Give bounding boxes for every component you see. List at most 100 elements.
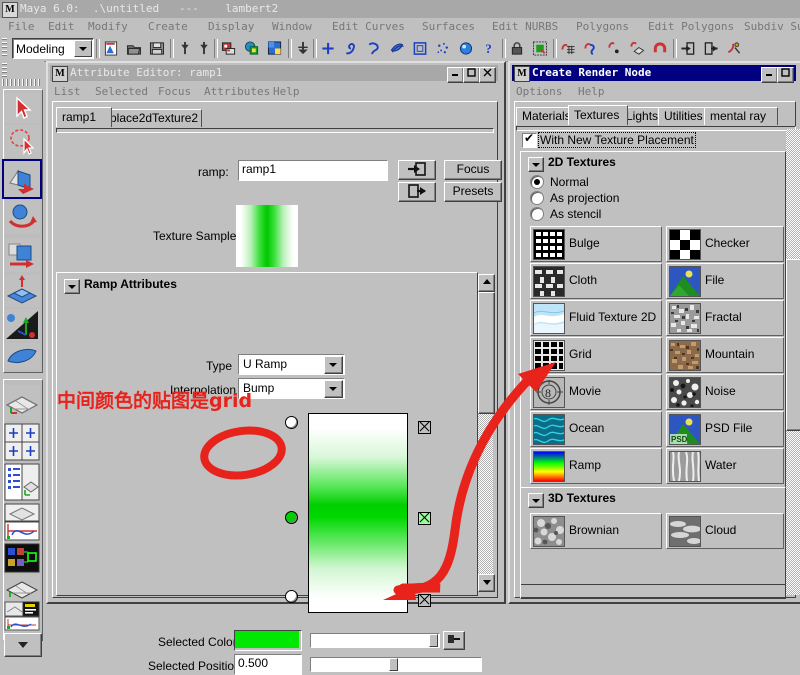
nurbs-surface-button[interactable] <box>386 38 408 59</box>
texture-button-file[interactable]: File <box>666 263 784 299</box>
texture-button-fluid-texture-2d[interactable]: Fluid Texture 2D <box>530 300 662 336</box>
texture-button-checker[interactable]: Checker <box>666 226 784 262</box>
snap-to-curve-button[interactable] <box>580 38 602 59</box>
four-view-layout-icon[interactable] <box>4 423 40 461</box>
script-editor-icon[interactable] <box>4 601 40 631</box>
ramp-name-input[interactable]: ramp1 <box>238 160 388 181</box>
maximize-button[interactable] <box>463 67 480 83</box>
maximize-button[interactable] <box>777 67 794 83</box>
texture-button-ocean[interactable]: Ocean <box>530 411 662 447</box>
ramp-entry-delete-bottom[interactable] <box>418 594 431 607</box>
outliner-persp-layout-icon[interactable] <box>4 463 40 501</box>
paint-tool-button[interactable] <box>340 38 362 59</box>
type-dropdown[interactable]: U Ramp <box>238 354 345 375</box>
input-connection-button[interactable] <box>398 160 436 180</box>
minimize-button[interactable] <box>761 67 778 83</box>
placement-as-stencil-radio[interactable] <box>530 207 544 221</box>
toolbar-grip[interactable] <box>2 38 7 58</box>
tab-place2dtexture2[interactable]: place2dTexture2 <box>104 109 202 127</box>
create-render-node-scrollbar[interactable] <box>786 129 800 595</box>
texture-button-cloud[interactable]: Cloud <box>666 513 784 549</box>
placement-as-stencil-label[interactable]: As stencil <box>550 207 601 221</box>
toolbox-grip-vertical[interactable] <box>2 63 7 77</box>
menu-edit-nurbs[interactable]: Edit NURBS <box>492 20 558 33</box>
new-scene-button[interactable] <box>100 38 122 59</box>
lasso-select-tool-icon[interactable] <box>4 125 40 157</box>
texture-button-movie[interactable]: 8 Movie <box>530 374 662 410</box>
chevron-down-icon[interactable] <box>324 380 343 398</box>
magnet-button[interactable] <box>649 38 671 59</box>
ramp-entry-marker-bottom[interactable] <box>285 590 298 603</box>
rotate-tool-icon[interactable] <box>4 200 40 234</box>
persp-script-editor-layout-icon[interactable] <box>4 575 40 601</box>
lock-button[interactable] <box>506 38 528 59</box>
placement-as-projection-label[interactable]: As projection <box>550 191 619 205</box>
tab-textures[interactable]: Textures <box>568 105 628 125</box>
curve-tool-button[interactable] <box>363 38 385 59</box>
construction-history-button[interactable] <box>723 38 745 59</box>
snap-to-view-plane-button[interactable] <box>626 38 648 59</box>
ae-menu-list[interactable]: List <box>54 85 81 98</box>
scrollbar-thumb[interactable] <box>786 259 800 431</box>
output-connection-button[interactable] <box>398 182 436 202</box>
scale-tool-icon[interactable] <box>4 238 40 272</box>
tab-mental-ray[interactable]: mental ray <box>704 107 778 125</box>
single-perspective-view-icon[interactable] <box>4 385 40 421</box>
render-globals-button[interactable] <box>264 38 286 59</box>
ae-menu-focus[interactable]: Focus <box>158 85 191 98</box>
close-button[interactable] <box>479 67 496 83</box>
render-options-button[interactable] <box>292 38 314 59</box>
menu-file[interactable]: File <box>8 20 35 33</box>
output-connection-button[interactable] <box>700 38 722 59</box>
create-render-node-title-bar[interactable]: M Create Render Node <box>512 65 796 83</box>
texture-button-fractal[interactable]: Fractal <box>666 300 784 336</box>
menu-polygons[interactable]: Polygons <box>576 20 629 33</box>
texture-button-cloth[interactable]: Cloth <box>530 263 662 299</box>
ipr-render-button[interactable] <box>241 38 263 59</box>
scroll-down-button[interactable] <box>478 574 495 592</box>
attribute-editor-title-bar[interactable]: M Attribute Editor: ramp1 <box>50 65 498 83</box>
move-tool-icon[interactable] <box>4 161 40 197</box>
presets-button[interactable]: Presets <box>444 182 502 202</box>
menu-create[interactable]: Create <box>148 20 188 33</box>
selected-color-slider[interactable] <box>310 633 440 648</box>
texture-button-ramp[interactable]: Ramp <box>530 448 662 484</box>
snap-to-point-button[interactable] <box>603 38 625 59</box>
menu-display[interactable]: Display <box>208 20 254 33</box>
chevron-down-icon[interactable] <box>324 356 343 374</box>
layout-more-dropdown-icon[interactable] <box>4 633 42 657</box>
snap-to-grid-button[interactable] <box>557 38 579 59</box>
select-tool-icon[interactable] <box>4 93 40 123</box>
3d-textures-collapse-toggle[interactable] <box>528 493 544 508</box>
texture-sample-swatch[interactable] <box>236 205 298 267</box>
open-scene-button[interactable] <box>123 38 145 59</box>
menu-modify[interactable]: Modify <box>88 20 128 33</box>
soft-modification-tool-icon[interactable] <box>4 275 40 307</box>
texture-button-psd-file[interactable]: PSD PSD File <box>666 411 784 447</box>
save-scene-button[interactable] <box>146 38 168 59</box>
toolbox-grip-horizontal[interactable] <box>2 79 40 86</box>
show-manipulator-tool-icon[interactable] <box>4 309 40 341</box>
scrollbar-thumb[interactable] <box>478 292 495 414</box>
texture-button-noise[interactable]: Noise <box>666 374 784 410</box>
crn-menu-options[interactable]: Options <box>516 85 562 98</box>
ramp-entry-delete-middle[interactable] <box>418 512 431 525</box>
texture-button-bulge[interactable]: Bulge <box>530 226 662 262</box>
with-new-texture-placement-label[interactable]: With New Texture Placement <box>538 132 696 148</box>
selected-color-slider-thumb[interactable] <box>429 634 438 647</box>
hypershade-persp-layout-icon[interactable] <box>4 543 40 573</box>
menuset-combo[interactable]: Modeling <box>12 38 94 59</box>
ae-menu-selected[interactable]: Selected <box>95 85 148 98</box>
ae-menu-attributes[interactable]: Attributes <box>204 85 270 98</box>
ramp-entry-delete-top[interactable] <box>418 421 431 434</box>
selected-color-swatch[interactable] <box>235 631 299 648</box>
menu-edit[interactable]: Edit <box>48 20 75 33</box>
menu-edit-curves[interactable]: Edit Curves <box>332 20 405 33</box>
ramp-attributes-collapse-toggle[interactable] <box>64 279 80 294</box>
placement-normal-label[interactable]: Normal <box>550 175 589 189</box>
last-tool-used-icon[interactable] <box>4 343 40 369</box>
placement-normal-radio[interactable] <box>530 175 544 189</box>
ramp-entry-marker-top[interactable] <box>285 416 298 429</box>
tab-ramp1[interactable]: ramp1 <box>56 107 112 127</box>
placement-as-projection-radio[interactable] <box>530 191 544 205</box>
